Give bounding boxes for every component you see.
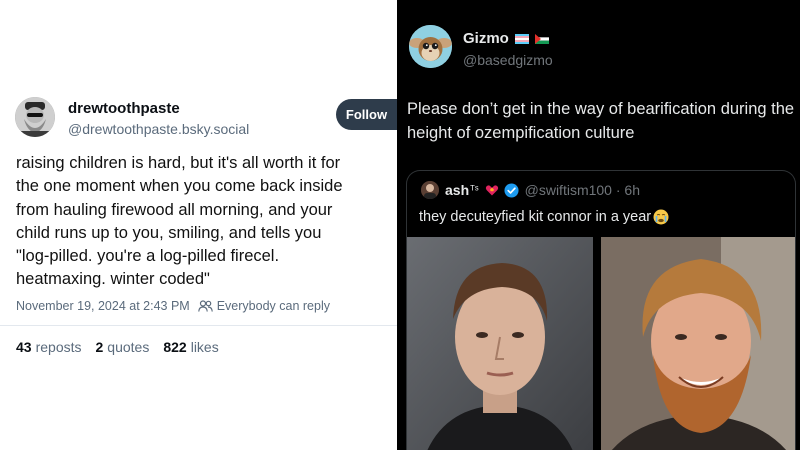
bearded-smiling-man-photo <box>601 237 795 450</box>
quoted-image-left[interactable] <box>407 237 593 450</box>
palestine-flag-icon <box>534 33 549 44</box>
quoted-author-name[interactable]: ash <box>445 182 469 198</box>
clean-shaven-man-photo <box>407 237 593 450</box>
reposts-stat[interactable]: 43 reposts <box>16 339 82 355</box>
reply-setting: Everybody can reply <box>216 299 330 313</box>
quoted-author-suffix: ᵀˢ <box>470 184 479 196</box>
gizmo-avatar[interactable] <box>409 25 452 68</box>
transgender-flag-icon <box>514 33 529 44</box>
bluesky-post-panel: drewtoothpaste @drewtoothpaste.bsky.soci… <box>0 0 397 450</box>
author-name[interactable]: drewtoothpaste <box>68 100 180 117</box>
quotes-stat[interactable]: 2 quotes <box>96 339 150 355</box>
person-avatar-icon <box>421 181 439 199</box>
gizmo-name-row: Gizmo <box>463 30 549 47</box>
bearded-man-avatar-icon <box>15 97 55 137</box>
quoted-tweet[interactable]: ash ᵀˢ @swiftism100 · 6h they decuteyfie… <box>406 170 796 450</box>
quotes-label: quotes <box>107 339 150 355</box>
tweet-body: Please don’t get in the way of bearifica… <box>407 100 795 142</box>
gizmo-handle[interactable]: @basedgizmo <box>463 52 553 68</box>
people-icon <box>197 300 213 312</box>
quoted-avatar[interactable] <box>421 181 439 199</box>
post-date[interactable]: November 19, 2024 at 2:43 PM <box>16 299 190 313</box>
quoted-image-right[interactable] <box>601 237 795 450</box>
gremlin-avatar-icon <box>409 25 452 68</box>
reposts-count: 43 <box>16 339 32 355</box>
quoted-header: ash ᵀˢ @swiftism100 · 6h <box>421 181 640 199</box>
reposts-label: reposts <box>35 339 82 355</box>
author-handle[interactable]: @drewtoothpaste.bsky.social <box>68 121 249 137</box>
heart-on-fire-icon <box>485 185 498 196</box>
likes-count: 822 <box>163 339 187 355</box>
post-meta: November 19, 2024 at 2:43 PM Everybody c… <box>16 299 330 313</box>
crying-face-icon <box>653 209 669 225</box>
quoted-handle-time[interactable]: @swiftism100 · 6h <box>525 182 640 198</box>
quotes-count: 2 <box>95 339 104 355</box>
quoted-text-row: they decuteyfied kit connor in a year <box>419 209 669 225</box>
follow-button[interactable]: Follow <box>336 99 397 130</box>
x-post-panel: Gizmo @basedgizmo Please don’t get in th… <box>397 0 800 450</box>
quoted-text: they decuteyfied kit connor in a year <box>419 209 652 225</box>
divider <box>0 325 397 326</box>
author-avatar[interactable] <box>15 97 55 137</box>
post-body: raising children is hard, but it's all w… <box>16 154 343 289</box>
likes-label: likes <box>190 339 219 355</box>
likes-stat[interactable]: 822 likes <box>163 339 218 355</box>
verified-badge-icon <box>504 182 519 198</box>
gizmo-name[interactable]: Gizmo <box>463 30 509 47</box>
post-stats: 43 reposts 2 quotes 822 likes <box>16 339 233 355</box>
